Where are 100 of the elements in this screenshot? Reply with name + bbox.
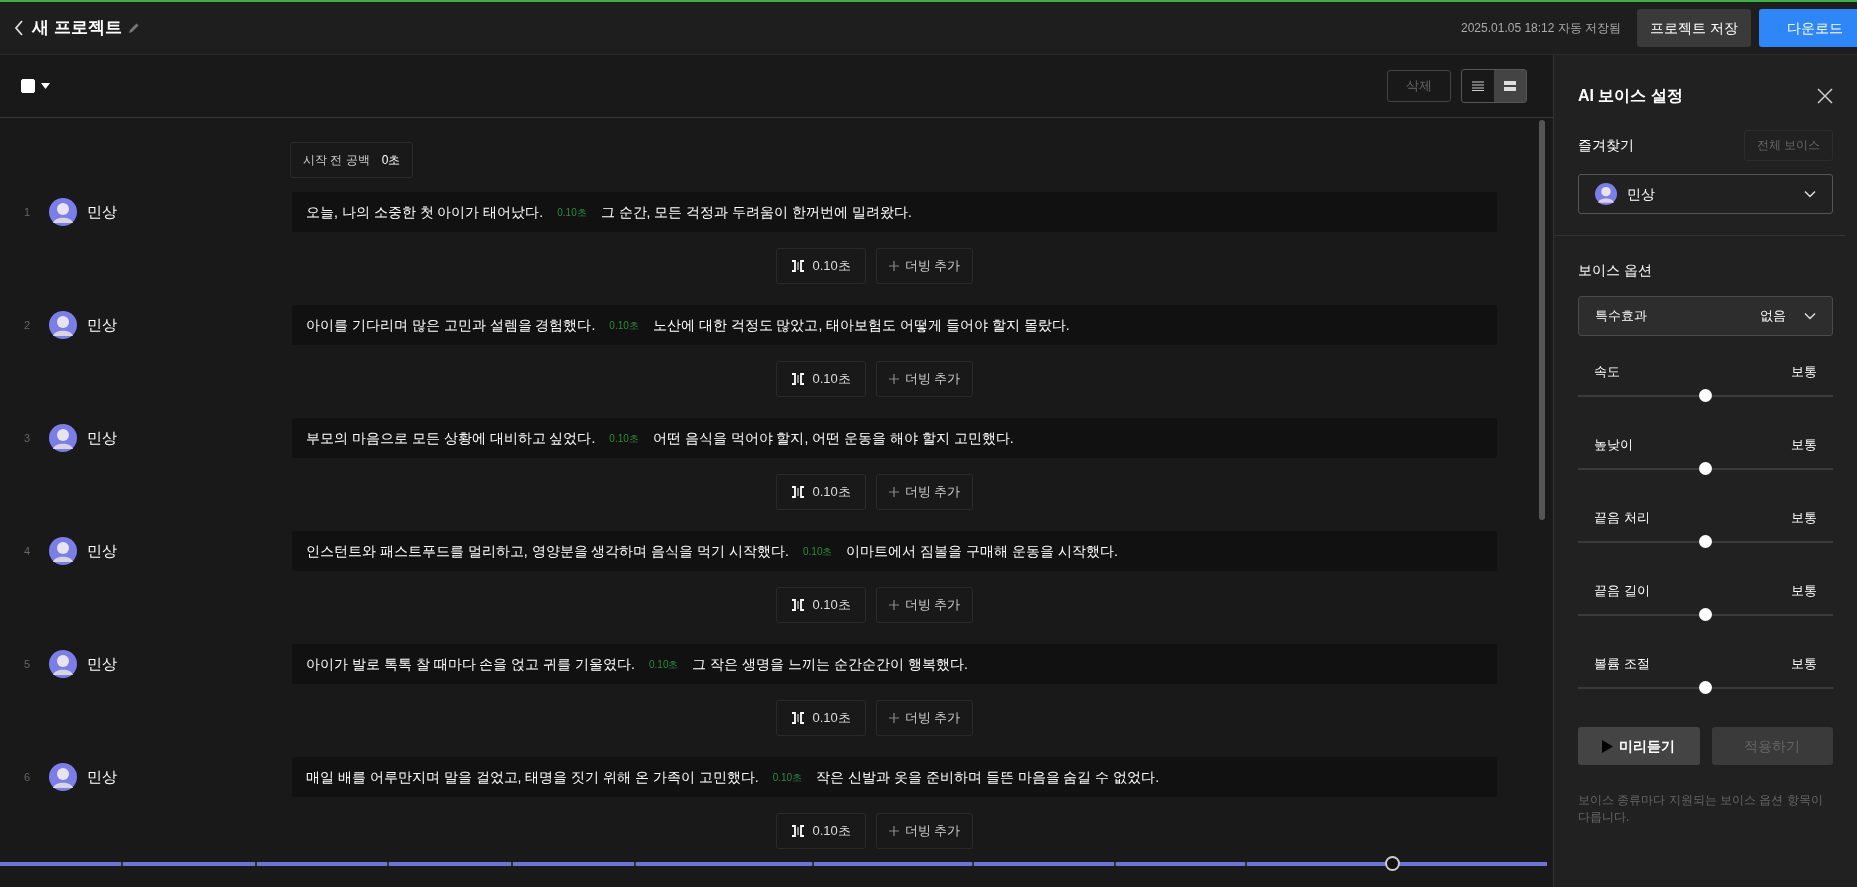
add-dubbing-button[interactable]: 더빙 추가 [875,586,974,623]
row-number: 4 [23,543,32,559]
sentence-text[interactable]: 부모의 마음으로 모든 상황에 대비하고 싶었다. [306,427,596,449]
gap-button[interactable]: 0.10초 [775,699,866,736]
timeline-track[interactable] [0,856,1547,871]
slider-label: 끝음 처리 [1594,509,1650,527]
slider-value: 보통 [1791,509,1817,527]
sentence-text[interactable]: 그 순간, 모든 걱정과 두려움이 한꺼번에 밀려왔다. [600,201,912,223]
lead-in-value: 0초 [381,152,401,169]
save-project-button[interactable]: 프로젝트 저장 [1637,9,1751,47]
avatar-icon [1595,183,1617,205]
gap-button[interactable]: 0.10초 [775,586,866,623]
slider-track[interactable] [1578,607,1833,622]
plus-icon [888,486,899,497]
slider-label: 속도 [1594,363,1620,381]
gap-button[interactable]: 0.10초 [775,473,866,510]
sentence-text[interactable]: 이마트에서 짐볼을 구매해 운동을 시작했다. [846,540,1118,562]
gap-button[interactable]: 0.10초 [775,360,866,397]
project-title: 새 프로젝트 [32,17,122,40]
select-all-checkbox[interactable] [21,79,35,93]
pause-marker[interactable]: 0.10초 [609,317,639,333]
slider-thumb[interactable] [1699,534,1712,548]
pause-marker[interactable]: 0.10초 [772,769,803,785]
speaker-name[interactable]: 민상 [87,426,292,450]
pause-marker[interactable]: 0.10초 [609,430,639,446]
slider-track[interactable] [1578,534,1833,549]
pause-marker[interactable]: 0.10초 [557,204,587,220]
row-number: 1 [23,204,32,220]
list-icon [1472,81,1484,91]
gap-button[interactable]: 0.10초 [775,247,866,284]
pencil-icon[interactable] [127,22,140,34]
chevron-down-icon [1804,312,1816,320]
plus-icon [888,825,899,836]
plus-icon [888,712,899,723]
slider-thumb[interactable] [1699,607,1712,621]
close-icon[interactable] [1817,88,1833,104]
slider-thumb[interactable] [1699,680,1712,694]
avatar-icon [49,198,77,226]
autosave-status: 2025.01.05 18:12 자동 저장됨 [1461,20,1622,37]
add-dubbing-button[interactable]: 더빙 추가 [875,473,974,510]
sentence-text[interactable]: 어떤 음식을 먹어야 할지, 어떤 운동을 해야 할지 고민했다. [652,427,1014,449]
slider-thumb[interactable] [1699,461,1712,475]
slider-track[interactable] [1578,680,1833,695]
row-number: 5 [23,656,32,672]
options-label: 보이스 옵션 [1578,261,1653,280]
slider-label: 끝음 길이 [1594,582,1650,600]
effect-value: 없음 [1760,307,1786,326]
voice-dropdown[interactable]: 민상 [1578,174,1833,214]
gap-icon [790,824,805,837]
pause-marker[interactable]: 0.10초 [803,543,833,559]
panel-title: AI 보이스 설정 [1578,86,1683,106]
add-dubbing-button[interactable]: 더빙 추가 [875,699,974,736]
sentence-text[interactable]: 작은 신발과 옷을 준비하며 들뜬 마음을 숨길 수 없었다. [816,766,1160,788]
play-icon [1602,739,1614,753]
slider-value: 보통 [1791,655,1817,673]
block-view-button[interactable] [1494,70,1526,102]
download-button[interactable]: 다운로드 [1759,9,1857,47]
speaker-name[interactable]: 민상 [87,313,292,337]
speaker-name[interactable]: 민상 [87,200,292,224]
effect-dropdown[interactable]: 특수효과 없음 [1578,296,1833,336]
add-dubbing-button[interactable]: 더빙 추가 [875,247,974,284]
playhead-handle[interactable] [1385,856,1401,871]
scrollbar-thumb[interactable] [1539,120,1545,520]
plus-icon [888,599,899,610]
caret-icon[interactable] [41,83,50,89]
sentence-text[interactable]: 오늘, 나의 소중한 첫 아이가 태어났다. [306,201,544,223]
slider-label: 볼륨 조절 [1594,655,1650,673]
add-dubbing-button[interactable]: 더빙 추가 [875,360,974,397]
avatar-icon [49,311,77,339]
options-note: 보이스 종류마다 지원되는 보이스 옵션 항목이 다릅니다. [1578,792,1824,826]
slider-value: 보통 [1791,363,1817,381]
back-icon[interactable] [14,20,24,36]
avatar-icon [49,763,77,791]
lead-in-gap[interactable]: 시작 전 공백 0초 [290,142,414,178]
preview-button[interactable]: 미리듣기 [1578,727,1700,765]
gap-icon [790,711,805,724]
sentence-text[interactable]: 아이를 기다리며 많은 고민과 설렘을 경험했다. [306,314,596,336]
sentence-text[interactable]: 그 작은 생명을 느끼는 순간순간이 행복했다. [692,653,968,675]
sentence-text[interactable]: 노산에 대한 걱정도 많았고, 태아보험도 어떻게 들어야 할지 몰랐다. [652,314,1070,336]
row-number: 6 [23,769,32,785]
plus-icon [888,373,899,384]
plus-icon [888,260,899,271]
sentence-text[interactable]: 인스턴트와 패스트푸드를 멀리하고, 영양분을 생각하며 음식을 먹기 시작했다. [306,540,789,562]
avatar-icon [49,650,77,678]
slider-track[interactable] [1578,388,1833,403]
sentence-text[interactable]: 매일 배를 어루만지며 말을 걸었고, 태명을 짓기 위해 온 가족이 고민했다. [306,766,759,788]
slider-value: 보통 [1791,436,1817,454]
chevron-down-icon [1804,190,1816,198]
add-dubbing-button[interactable]: 더빙 추가 [875,812,974,849]
speaker-name[interactable]: 민상 [87,765,292,789]
gap-button[interactable]: 0.10초 [775,812,866,849]
speaker-name[interactable]: 민상 [87,539,292,563]
avatar-icon [49,537,77,565]
sentence-text[interactable]: 아이가 발로 톡톡 찰 때마다 손을 얹고 귀를 기울였다. [306,653,635,675]
speaker-name[interactable]: 민상 [87,652,292,676]
gap-icon [790,485,805,498]
slider-track[interactable] [1578,461,1833,476]
gap-icon [790,598,805,611]
pause-marker[interactable]: 0.10초 [649,656,679,672]
slider-thumb[interactable] [1699,388,1712,402]
